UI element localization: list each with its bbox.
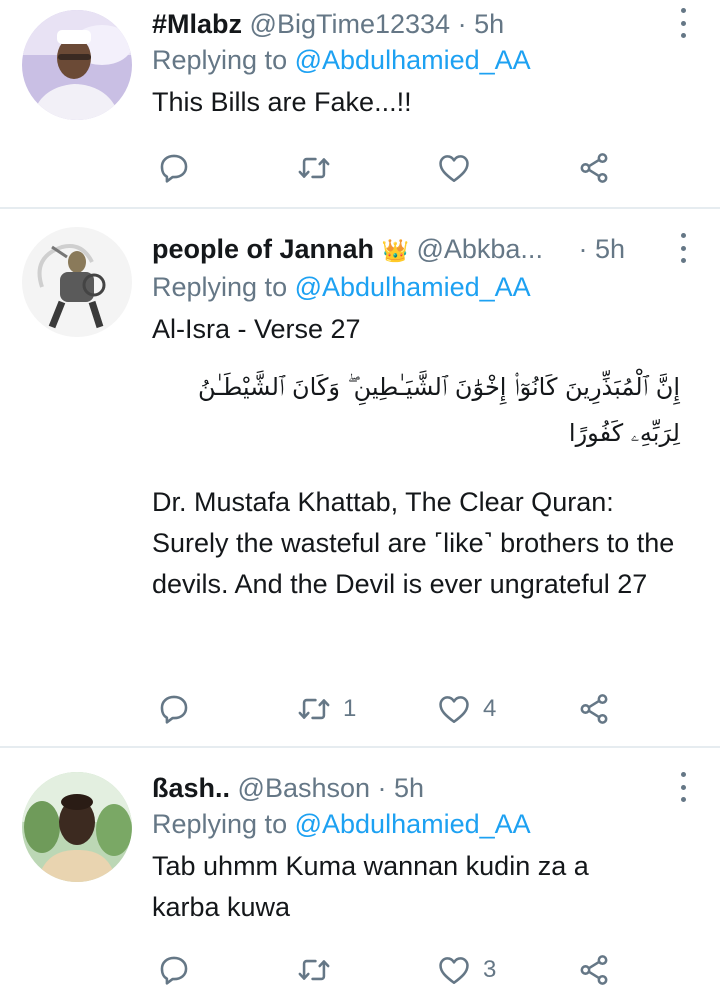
translation-text: Dr. Mustafa Khattab, The Clear Quran: Su…	[152, 487, 675, 599]
replying-handle-link[interactable]: @Abdulhamied_AA	[295, 272, 531, 302]
tweet[interactable]: people of Jannah 👑 @Abkba... · 5h Replyi…	[0, 209, 720, 745]
handle[interactable]: @Abkba...	[416, 234, 542, 264]
timestamp[interactable]: · 5h	[578, 234, 625, 264]
action-bar	[152, 148, 632, 188]
replying-handle-link[interactable]: @Abdulhamied_AA	[295, 45, 531, 75]
replying-handle-link[interactable]: @Abdulhamied_AA	[295, 809, 531, 839]
tweet[interactable]: #Mlabz @BigTime12334 · 5h Replying to @A…	[0, 0, 720, 207]
heart-icon	[437, 953, 471, 987]
arabic-verse: إِنَّ ٱلْمُبَذِّرِينَ كَانُوٓا۟ إِخْوَٰن…	[197, 373, 680, 447]
replying-to: Replying to @Abdulhamied_AA	[152, 806, 680, 842]
share-button[interactable]	[577, 148, 611, 188]
reply-icon	[157, 953, 191, 987]
share-icon	[577, 151, 611, 185]
heart-icon	[437, 151, 471, 185]
avatar[interactable]	[22, 10, 132, 120]
share-button[interactable]	[577, 950, 611, 990]
tweet-header: ßash.. @Bashson · 5h	[152, 770, 680, 806]
replying-label: Replying to	[152, 45, 288, 75]
action-bar: 3	[152, 950, 632, 990]
handle[interactable]: @Bashson	[238, 773, 370, 803]
avatar[interactable]	[22, 227, 132, 337]
replying-to: Replying to @Abdulhamied_AA	[152, 42, 680, 78]
retweet-button[interactable]	[297, 148, 343, 188]
like-button[interactable]: 4	[437, 689, 496, 729]
reply-icon	[157, 692, 191, 726]
retweet-count: 1	[343, 695, 357, 722]
crown-badge-icon: 👑	[381, 238, 409, 263]
like-button[interactable]: 3	[437, 950, 496, 990]
tweet-text: Tab uhmm Kuma wannan kudin za a karba ku…	[152, 851, 589, 922]
tweet-text: Al-Isra - Verse 27	[152, 314, 361, 344]
tweet-header: #Mlabz @BigTime12334 · 5h	[152, 6, 680, 42]
retweet-icon	[297, 151, 331, 185]
heart-icon	[437, 692, 471, 726]
replying-to: Replying to @Abdulhamied_AA	[152, 269, 680, 305]
timestamp[interactable]: · 5h	[378, 773, 425, 803]
retweet-icon	[297, 692, 331, 726]
display-name[interactable]: people of Jannah	[152, 234, 374, 264]
like-button[interactable]	[437, 148, 483, 188]
reply-button[interactable]	[157, 689, 203, 729]
share-icon	[577, 953, 611, 987]
handle[interactable]: @BigTime12334	[250, 9, 451, 39]
reply-button[interactable]	[157, 950, 203, 990]
action-bar: 1 4	[152, 689, 632, 729]
share-icon	[577, 692, 611, 726]
like-count: 3	[483, 956, 497, 983]
display-name[interactable]: #Mlabz	[152, 9, 242, 39]
more-vertical-icon[interactable]	[678, 772, 688, 802]
reply-icon	[157, 151, 191, 185]
tweet[interactable]: ßash.. @Bashson · 5h Replying to @Abdulh…	[0, 748, 720, 1001]
retweet-button[interactable]: 1	[297, 689, 356, 729]
avatar[interactable]	[22, 772, 132, 882]
replying-label: Replying to	[152, 809, 288, 839]
timestamp[interactable]: · 5h	[458, 9, 505, 39]
more-vertical-icon[interactable]	[678, 233, 688, 263]
share-button[interactable]	[577, 689, 611, 729]
retweet-button[interactable]	[297, 950, 343, 990]
tweet-header: people of Jannah 👑 @Abkba... · 5h	[152, 231, 680, 269]
replying-label: Replying to	[152, 272, 288, 302]
like-count: 4	[483, 695, 497, 722]
retweet-icon	[297, 953, 331, 987]
tweet-text: This Bills are Fake...!!	[152, 87, 412, 117]
reply-button[interactable]	[157, 148, 203, 188]
display-name[interactable]: ßash..	[152, 773, 230, 803]
more-vertical-icon[interactable]	[678, 8, 688, 38]
